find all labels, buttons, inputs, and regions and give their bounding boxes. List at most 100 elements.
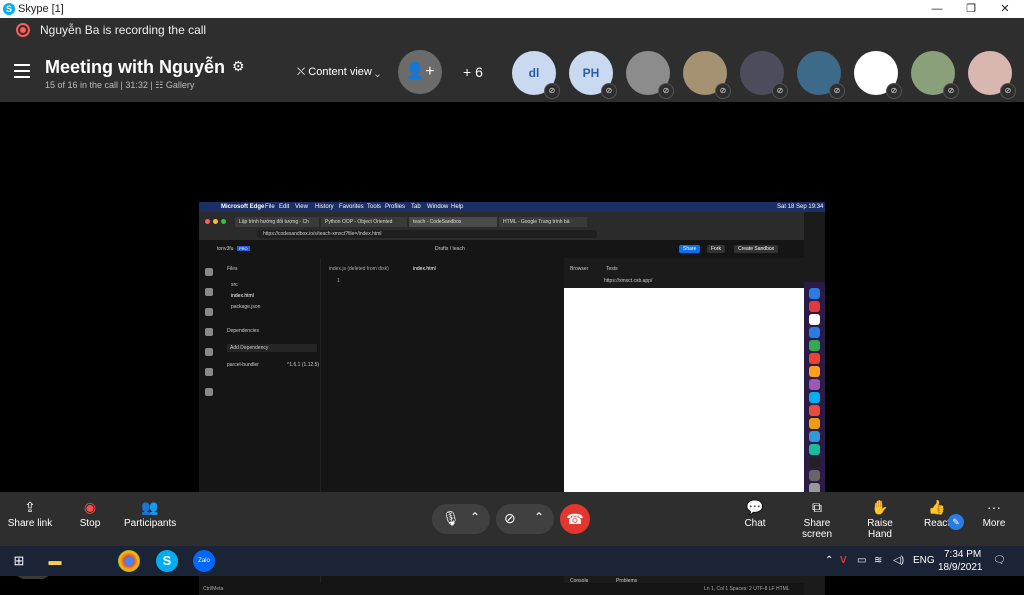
video-group: ⊘ ⌃ xyxy=(496,504,554,534)
call-header: Meeting with Nguyễn ⚙ 15 of 16 in the ca… xyxy=(0,42,1024,102)
stop-recording-button[interactable]: ◉ Stop xyxy=(72,492,108,546)
raise-hand-button[interactable]: ✋ Raise Hand xyxy=(854,492,906,546)
video-off-icon[interactable]: ⊘ xyxy=(504,510,516,527)
chevron-up-icon[interactable]: ⌃ xyxy=(470,510,480,524)
chevron-up-icon[interactable]: ⌃ xyxy=(534,510,544,524)
windows-start-icon[interactable]: ⊞ xyxy=(8,550,30,572)
content-view-label: Content view xyxy=(308,66,372,78)
mac-menu-item: Tools xyxy=(367,204,382,210)
create-sandbox-pill: Create Sandbox xyxy=(734,245,779,253)
dock-app-icon xyxy=(809,379,820,390)
chat-icon: 💬 xyxy=(746,499,764,515)
participant-avatar[interactable]: dl ⊘ xyxy=(512,51,560,99)
clock-date[interactable]: 18/9/2021 xyxy=(938,562,983,573)
mac-menubar: Microsoft Edge File Edit View History Fa… xyxy=(199,202,825,212)
minimize-button[interactable]: — xyxy=(920,0,954,18)
gear-icon[interactable]: ⚙ xyxy=(232,58,245,75)
share-screen-button[interactable]: ⧉ Share screen xyxy=(788,492,846,546)
more-button[interactable]: ··· More xyxy=(978,492,1010,546)
mac-menu-item: History xyxy=(315,204,334,210)
browser-chrome: Lập trình hướng đối tượng - Ch Python OO… xyxy=(199,212,804,240)
share-link-button[interactable]: ⇪ Share link xyxy=(6,492,54,546)
mac-menu-item: Tab xyxy=(411,204,421,210)
browser-url: https://codesandbox.io/s/teach-xmxct?fil… xyxy=(257,230,597,238)
skype-taskbar-icon[interactable]: S xyxy=(156,550,178,572)
more-label: More xyxy=(982,518,1006,529)
mic-muted-icon: ⊘ xyxy=(544,83,560,99)
dock-app-icon xyxy=(809,405,820,416)
mac-menu-item: Profiles xyxy=(385,204,406,210)
dock-app-icon xyxy=(809,288,820,299)
notifications-icon[interactable]: 🗨 xyxy=(993,555,1006,566)
mac-menu-item: File xyxy=(265,204,275,210)
restore-button[interactable]: ❐ xyxy=(954,0,988,18)
participant-avatar[interactable]: ⊘ xyxy=(626,51,674,99)
participant-avatar[interactable]: ⊘ xyxy=(911,51,959,99)
file-explorer-icon[interactable]: ▬ xyxy=(44,550,66,572)
dock-app-icon xyxy=(809,301,820,312)
participant-avatar[interactable]: ⊘ xyxy=(797,51,845,99)
content-view-dropdown[interactable]: ⛌ Content view ⌄ xyxy=(297,66,380,79)
mac-menu-item: Window xyxy=(427,204,449,210)
recording-banner: Nguyễn Ba is recording the call xyxy=(0,18,1024,42)
add-participant-button[interactable]: 👤+ xyxy=(398,50,442,94)
participant-avatar[interactable]: ⊘ xyxy=(968,51,1016,99)
windows-taskbar: ⊞ ▬ S Zalo ⌃ V ▭ ≋ ◁) ENG 7:34 PM 18/9/2… xyxy=(0,546,1024,576)
editor-tab: index.html xyxy=(413,266,436,272)
wifi-icon[interactable]: ≋ xyxy=(874,555,882,566)
mac-close-dot xyxy=(205,219,210,224)
network-icon[interactable]: ▭ xyxy=(857,555,866,566)
volume-icon[interactable]: ◁) xyxy=(893,555,904,566)
close-button[interactable]: ✕ xyxy=(988,0,1022,18)
status-right: Ln 1, Col 1 Spaces: 2 UTF-8 LF HTML xyxy=(704,586,790,592)
clock-time[interactable]: 7:34 PM xyxy=(944,549,981,560)
mac-menu-item: Microsoft Edge xyxy=(221,204,265,210)
file-item: index.html xyxy=(231,293,254,299)
participant-avatar[interactable]: PH ⊘ xyxy=(569,51,617,99)
zalo-icon[interactable]: Zalo xyxy=(193,550,215,572)
vivaldi-tray-icon[interactable]: V xyxy=(840,555,847,566)
mic-muted-icon: ⊘ xyxy=(829,83,845,99)
dock-app-icon xyxy=(809,327,820,338)
browser-tab: HTML - Google Trang trình bà xyxy=(499,217,587,227)
mac-clock: Sat 18 Sep 19:34 xyxy=(777,204,824,210)
menu-icon[interactable] xyxy=(14,64,30,78)
participants-button[interactable]: 👥 Participants xyxy=(124,492,176,546)
add-person-icon: 👤+ xyxy=(405,63,435,80)
participant-avatar[interactable]: ⊘ xyxy=(740,51,788,99)
mac-menu-item: Help xyxy=(451,204,464,210)
chat-button[interactable]: 💬 Chat xyxy=(738,492,772,546)
meeting-title: Meeting with Nguyễn xyxy=(45,57,225,77)
dock-app-icon xyxy=(809,457,820,468)
chrome-icon[interactable] xyxy=(118,550,140,572)
dock-app-icon xyxy=(809,470,820,481)
pen-icon[interactable]: ✎ xyxy=(948,514,964,530)
more-participants-count[interactable]: + 6 xyxy=(463,64,483,80)
recording-icon xyxy=(16,23,30,37)
dependency-name: parcel-bundler xyxy=(227,362,259,368)
language-indicator[interactable]: ENG xyxy=(913,555,935,566)
mic-muted-icon: ⊘ xyxy=(1000,83,1016,99)
mic-muted-icon[interactable]: 🎙 xyxy=(442,510,460,527)
content-view-icon: ⛌ xyxy=(297,66,309,78)
mac-minimize-dot xyxy=(213,219,218,224)
hand-icon: ✋ xyxy=(871,499,889,515)
participant-avatar[interactable]: ⊘ xyxy=(854,51,902,99)
participant-avatar[interactable]: ⊘ xyxy=(683,51,731,99)
dock-app-icon xyxy=(809,353,820,364)
chevron-down-icon: ⌄ xyxy=(371,66,381,78)
rail-icon xyxy=(205,308,213,316)
browser-tab-label: Browser xyxy=(570,266,589,272)
share-screen-icon: ⧉ xyxy=(812,499,822,515)
dock-app-icon xyxy=(809,314,820,325)
end-call-button[interactable]: ☎ xyxy=(560,504,590,534)
dock-app-icon xyxy=(809,392,820,403)
files-title: Files xyxy=(227,266,238,272)
chevron-up-icon[interactable]: ⌃ xyxy=(825,555,833,566)
more-icon: ··· xyxy=(987,499,1001,515)
tests-tab-label: Tests xyxy=(606,266,618,272)
workspace-badge: PRO xyxy=(237,246,250,251)
participants-label: Participants xyxy=(124,518,177,529)
sandbox-breadcrumb: Drafts / teach xyxy=(435,246,465,252)
mac-zoom-dot xyxy=(221,219,226,224)
